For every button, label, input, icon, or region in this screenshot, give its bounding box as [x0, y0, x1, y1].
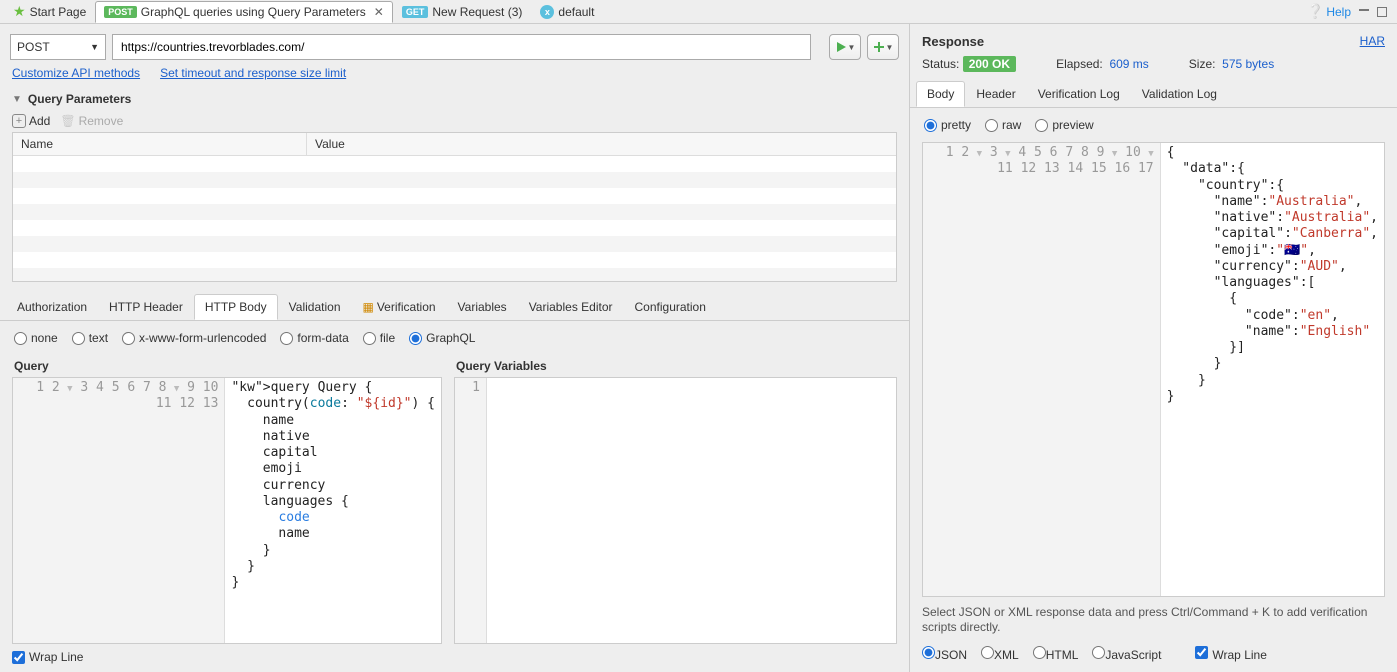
disclosure-icon: ▼	[12, 94, 22, 105]
run-button[interactable]: ▼	[829, 34, 861, 60]
tab-new-request[interactable]: GET New Request (3)	[393, 1, 532, 23]
response-format-selector: JSON XML HTML JavaScript Wrap Line	[910, 642, 1397, 672]
elapsed-info: Elapsed: 609 ms	[1056, 57, 1149, 71]
response-title: Response	[922, 34, 984, 49]
verification-icon: ▦	[363, 300, 374, 314]
radio-preview[interactable]: preview	[1035, 118, 1093, 132]
radio-json[interactable]: JSON	[922, 646, 967, 662]
get-badge: GET	[402, 6, 429, 18]
customize-methods-link[interactable]: Customize API methods	[12, 66, 140, 80]
size-info: Size: 575 bytes	[1189, 57, 1274, 71]
resp-tab-vallog[interactable]: Validation Log	[1131, 81, 1228, 107]
radio-xwww[interactable]: x-www-form-urlencoded	[122, 331, 266, 345]
x-badge-icon: x	[540, 5, 554, 19]
tab-variables[interactable]: Variables	[447, 294, 518, 320]
add-button[interactable]: ▼	[867, 34, 899, 60]
query-editor[interactable]: 1 2 ▼ 3 4 5 6 7 8 ▼ 9 10 11 12 13 "kw">q…	[12, 377, 442, 644]
radio-formdata[interactable]: form-data	[280, 331, 348, 345]
tab-validation[interactable]: Validation	[278, 294, 352, 320]
resp-tab-verlog[interactable]: Verification Log	[1027, 81, 1131, 107]
tab-label: Start Page	[30, 5, 87, 19]
tab-start-page[interactable]: ★ Start Page	[4, 1, 95, 23]
status-badge: 200 OK	[963, 56, 1016, 72]
trash-icon: 🗑	[60, 114, 75, 128]
url-input[interactable]	[112, 34, 811, 60]
tab-graphql[interactable]: POST GraphQL queries using Query Paramet…	[95, 1, 393, 23]
wrap-line-response[interactable]: Wrap Line	[1195, 646, 1266, 662]
radio-none[interactable]: none	[14, 331, 58, 345]
tab-default[interactable]: x default	[531, 1, 603, 23]
top-tab-bar: ★ Start Page POST GraphQL queries using …	[0, 0, 1397, 24]
hint-text: Select JSON or XML response data and pre…	[910, 597, 1397, 642]
help-icon: ❔	[1307, 3, 1324, 20]
method-select[interactable]: POST ▼	[10, 34, 106, 60]
tab-label: GraphQL queries using Query Parameters	[141, 5, 366, 19]
resp-tab-body[interactable]: Body	[916, 81, 965, 107]
chevron-down-icon: ▼	[90, 42, 99, 52]
tab-authorization[interactable]: Authorization	[6, 294, 98, 320]
query-variables-label: Query Variables	[454, 355, 897, 377]
minimize-icon[interactable]	[1359, 9, 1369, 11]
remove-param-button: 🗑 Remove	[60, 114, 123, 128]
tab-configuration[interactable]: Configuration	[624, 294, 717, 320]
maximize-icon[interactable]	[1377, 7, 1387, 17]
tab-variables-editor[interactable]: Variables Editor	[518, 294, 624, 320]
wrap-line-checkbox[interactable]: Wrap Line	[12, 650, 83, 664]
plus-icon: +	[12, 114, 26, 128]
chevron-down-icon: ▼	[848, 43, 856, 52]
tab-label: default	[558, 5, 594, 19]
query-label: Query	[12, 355, 442, 377]
tab-http-header[interactable]: HTTP Header	[98, 294, 194, 320]
star-icon: ★	[13, 3, 26, 20]
tab-verification[interactable]: ▦Verification	[352, 294, 447, 320]
post-badge: POST	[104, 6, 137, 18]
query-variables-editor[interactable]: 1	[454, 377, 897, 644]
help-button[interactable]: ❔ Help	[1307, 3, 1351, 20]
har-link[interactable]: HAR	[1360, 34, 1385, 49]
tab-label: New Request (3)	[432, 5, 522, 19]
radio-pretty[interactable]: pretty	[924, 118, 971, 132]
tab-http-body[interactable]: HTTP Body	[194, 294, 278, 320]
timeout-link[interactable]: Set timeout and response size limit	[160, 66, 346, 80]
radio-text[interactable]: text	[72, 331, 108, 345]
radio-raw[interactable]: raw	[985, 118, 1021, 132]
query-parameters-header[interactable]: ▼ Query Parameters	[0, 88, 909, 110]
radio-js[interactable]: JavaScript	[1092, 646, 1161, 662]
response-body[interactable]: 1 2 ▼ 3 ▼ 4 5 6 7 8 9 ▼ 10 ▼ 11 12 13 14…	[922, 142, 1385, 597]
close-icon[interactable]: ✕	[374, 5, 384, 19]
body-type-selector: none text x-www-form-urlencoded form-dat…	[0, 321, 909, 355]
column-name: Name	[13, 133, 307, 155]
request-subtabs: Authorization HTTP Header HTTP Body Vali…	[0, 294, 909, 321]
response-tabs: Body Header Verification Log Validation …	[910, 81, 1397, 108]
radio-file[interactable]: file	[363, 331, 395, 345]
chevron-down-icon: ▼	[886, 43, 894, 52]
resp-tab-header[interactable]: Header	[965, 81, 1026, 107]
status-info: Status: 200 OK	[922, 57, 1016, 71]
radio-xml[interactable]: XML	[981, 646, 1019, 662]
query-params-table[interactable]: Name Value	[12, 132, 897, 282]
radio-html[interactable]: HTML	[1033, 646, 1079, 662]
add-param-button[interactable]: + Add	[12, 114, 50, 128]
response-view-selector: pretty raw preview	[910, 108, 1397, 142]
column-value: Value	[307, 133, 896, 155]
radio-graphql[interactable]: GraphQL	[409, 331, 475, 345]
